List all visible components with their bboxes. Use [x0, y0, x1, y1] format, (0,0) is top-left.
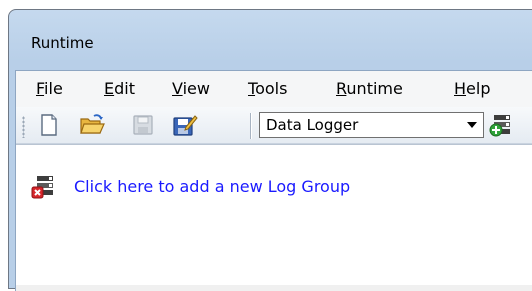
add-log-group-link[interactable]: Click here to add a new Log Group — [74, 177, 350, 196]
menu-file[interactable]: File — [36, 79, 63, 98]
menu-help[interactable]: Help — [454, 79, 490, 98]
chevron-down-icon — [467, 122, 477, 128]
new-document-button[interactable] — [37, 113, 61, 137]
add-log-group-icon — [489, 115, 510, 137]
log-group-list — [16, 144, 532, 285]
window-title: Runtime — [31, 34, 94, 52]
menu-tools[interactable]: Tools — [248, 79, 287, 98]
new-document-icon — [41, 114, 57, 136]
save-button[interactable] — [131, 113, 155, 137]
save-icon — [133, 115, 153, 135]
menu-runtime[interactable]: Runtime — [336, 79, 403, 98]
toolbar-grip[interactable] — [22, 116, 25, 138]
save-as-button[interactable] — [172, 113, 198, 137]
open-button[interactable] — [79, 113, 105, 137]
menu-edit[interactable]: Edit — [104, 79, 135, 98]
log-group-error-icon — [31, 176, 53, 199]
logger-type-select[interactable]: Data Logger — [259, 112, 484, 138]
menu-view[interactable]: View — [172, 79, 210, 98]
menu-bar: File Edit View Tools Runtime Help — [16, 71, 532, 107]
add-log-group-button[interactable] — [489, 113, 513, 137]
save-as-icon — [173, 115, 198, 136]
toolbar-separator — [250, 113, 251, 139]
log-group-row-icon-wrapper — [31, 175, 55, 199]
open-folder-icon — [80, 114, 105, 134]
logger-type-value: Data Logger — [266, 116, 359, 134]
